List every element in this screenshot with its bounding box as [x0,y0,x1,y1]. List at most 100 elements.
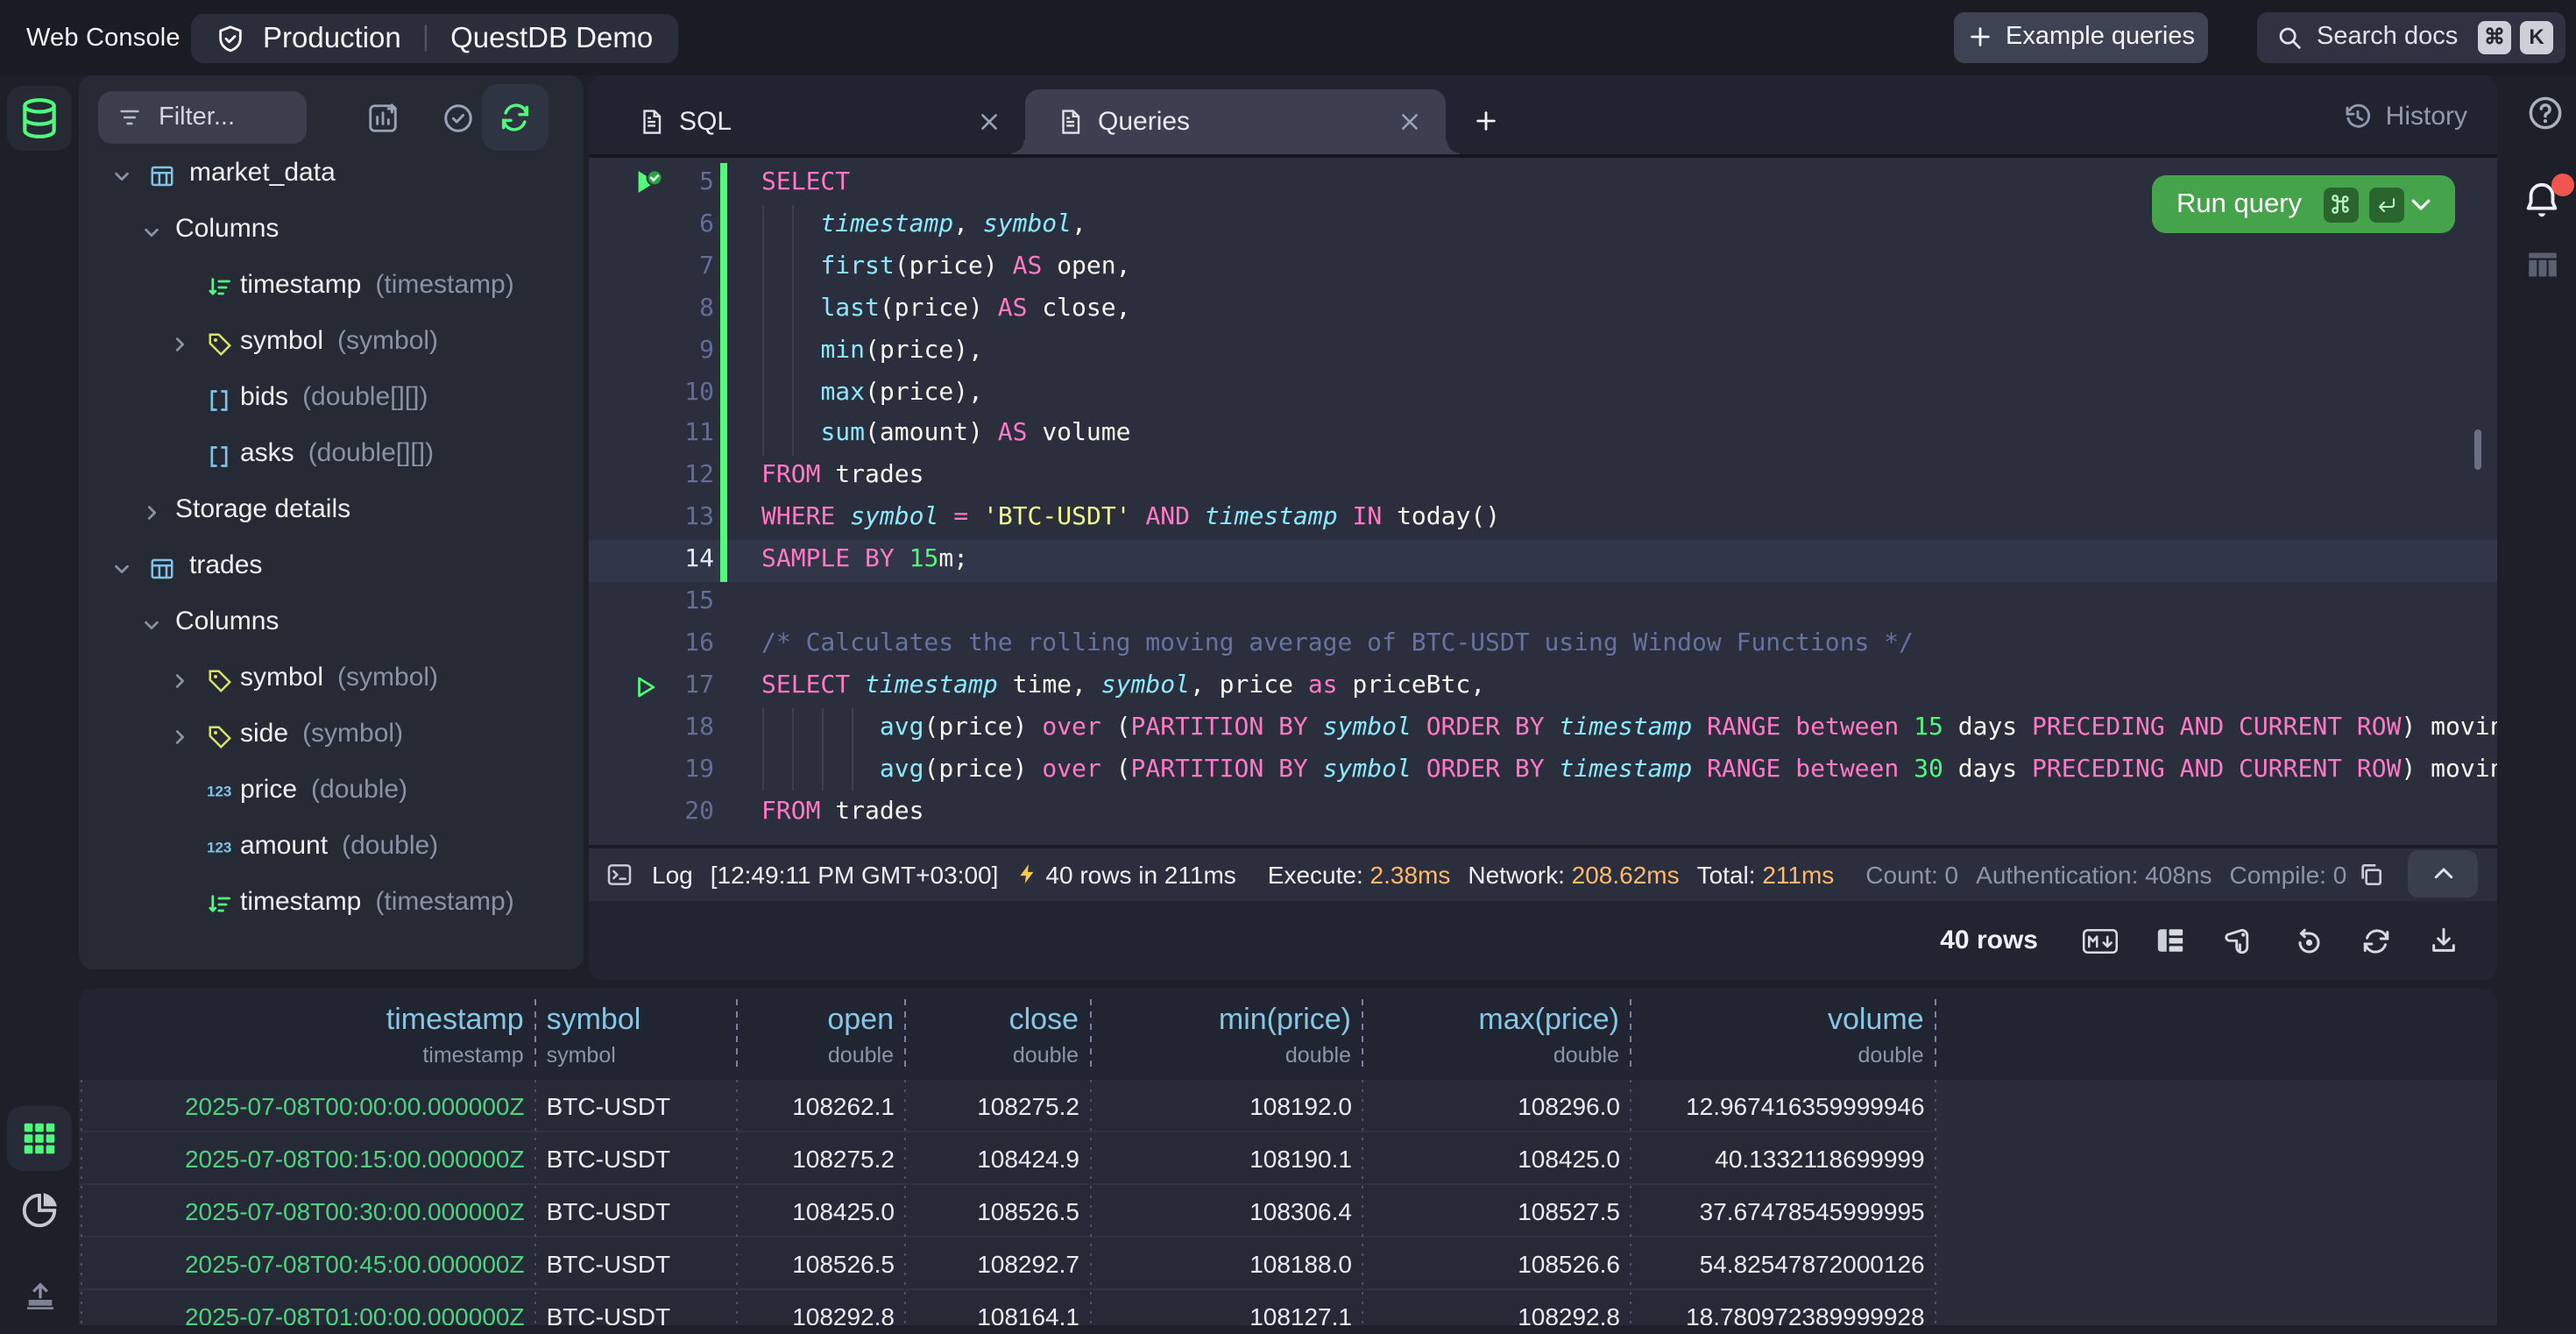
sql-editor[interactable]: 567891011121314151617181920 SELECT times… [588,158,2497,844]
filter-input[interactable]: Filter... [97,91,306,144]
cell-close[interactable]: 108292.7 [977,1238,1079,1290]
goose-button[interactable] [2222,925,2255,956]
cell-open[interactable]: 108275.2 [792,1132,895,1184]
download-button[interactable] [2429,926,2459,955]
column-separator[interactable] [737,999,739,1069]
column-header-volume[interactable]: volume [1828,1003,1924,1038]
cell-symbol[interactable]: BTC-USDT [547,1185,671,1238]
select-tables-button[interactable] [442,102,475,135]
tree-item-price[interactable]: 123price(double) [79,765,583,821]
cell-volume[interactable]: 40.1332118699999 [1715,1132,1924,1184]
cell-open[interactable]: 108425.0 [792,1185,895,1238]
cell-symbol[interactable]: BTC-USDT [547,1132,671,1184]
cell-symbol[interactable]: BTC-USDT [547,1079,671,1132]
example-queries-button[interactable]: Example queries [1954,12,2208,62]
instance-badge[interactable]: Production | QuestDB Demo [191,14,677,63]
tree-item-Storage details[interactable]: Storage details [79,485,583,541]
refresh-clock-button[interactable] [2292,925,2324,956]
tables-panel-button[interactable] [7,86,72,151]
collapse-log-button[interactable] [2408,851,2478,898]
column-header-close[interactable]: close [1009,1003,1079,1038]
tree-item-side[interactable]: side(symbol) [79,709,583,765]
tree-item-asks[interactable]: asks(double[][]) [79,429,583,485]
cell-open[interactable]: 108262.1 [792,1079,895,1132]
tree-item-market_data[interactable]: market_data [79,148,583,204]
cell-min(price)[interactable]: 108192.0 [1249,1079,1352,1132]
close-icon[interactable] [1398,110,1420,133]
column-separator[interactable] [1935,999,1936,1069]
cell-timestamp[interactable]: 2025-07-08T00:15:00.000000Z [185,1132,525,1184]
tree-item-amount[interactable]: 123amount(double) [79,821,583,877]
cell-timestamp[interactable]: 2025-07-08T00:30:00.000000Z [185,1185,525,1238]
chevron-right-icon[interactable] [170,671,189,691]
tab-queries[interactable]: Queries [1024,89,1445,154]
result-panel-button[interactable] [2525,249,2560,280]
column-separator[interactable] [1089,999,1091,1069]
column-separator[interactable] [904,999,906,1069]
chevron-down-icon[interactable] [142,223,161,242]
cell-max(price)[interactable]: 108425.0 [1518,1132,1620,1184]
grid-view-button[interactable] [7,1106,72,1171]
add-metrics-button[interactable] [366,102,400,135]
cell-symbol[interactable]: BTC-USDT [547,1238,671,1290]
cell-timestamp[interactable]: 2025-07-08T00:45:00.000000Z [185,1238,525,1290]
copy-icon[interactable] [2357,861,2385,889]
cell-close[interactable]: 108526.5 [977,1185,1079,1238]
help-button[interactable] [2527,95,2564,131]
chevron-down-icon[interactable] [112,167,131,186]
chevron-right-icon[interactable] [142,503,161,522]
cell-close[interactable]: 108275.2 [977,1079,1079,1132]
cell-max(price)[interactable]: 108527.5 [1518,1185,1620,1238]
column-separator[interactable] [1630,999,1631,1069]
query-success-marker[interactable] [633,168,666,198]
chevron-down-icon[interactable] [112,559,131,578]
layout-grid-button[interactable] [2155,926,2185,955]
cell-volume[interactable]: 54.82547872000126 [1700,1238,1925,1290]
markdown-button[interactable] [2082,926,2119,954]
run-query-marker[interactable] [633,673,659,701]
tab-sql[interactable]: SQL [588,89,1024,154]
chevron-right-icon[interactable] [170,335,189,354]
tree-item-timestamp[interactable]: timestamp(timestamp) [79,260,583,316]
cell-min(price)[interactable]: 108306.4 [1249,1185,1352,1238]
cell-volume[interactable]: 12.967416359999946 [1686,1079,1925,1132]
tree-item-Columns[interactable]: Columns [79,204,583,260]
grid-hscrollbar-track[interactable] [79,1325,2497,1334]
cell-volume[interactable]: 37.67478545999995 [1700,1185,1925,1238]
table-row[interactable]: 2025-07-08T00:30:00.000000Z BTC-USDT 10842… [79,1185,1935,1238]
tree-item-timestamp[interactable]: timestamp(timestamp) [79,877,583,933]
add-tab-button[interactable] [1473,108,1497,132]
search-docs-button[interactable]: Search docs ⌘ K [2257,12,2565,62]
column-header-timestamp[interactable]: timestamp [386,1003,524,1038]
tree-item-symbol[interactable]: symbol(symbol) [79,653,583,709]
history-button[interactable]: History [2344,75,2467,158]
column-header-min(price)[interactable]: min(price) [1219,1003,1351,1038]
chevron-right-icon[interactable] [170,727,189,747]
chart-view-button[interactable] [0,1190,79,1231]
reload-schema-button[interactable] [482,84,548,151]
editor-scrollbar-thumb[interactable] [2474,429,2481,470]
table-row[interactable]: 2025-07-08T00:00:00.000000Z BTC-USDT 10826… [79,1079,1935,1132]
cell-close[interactable]: 108424.9 [977,1132,1079,1184]
cell-timestamp[interactable]: 2025-07-08T00:00:00.000000Z [185,1079,525,1132]
column-separator[interactable] [534,999,536,1069]
tree-item-bids[interactable]: bids(double[][]) [79,373,583,429]
table-row[interactable]: 2025-07-08T00:15:00.000000Z BTC-USDT 10827… [79,1132,1935,1184]
tree-item-Columns[interactable]: Columns [79,597,583,653]
cell-max(price)[interactable]: 108526.6 [1518,1238,1620,1290]
cell-max(price)[interactable]: 108296.0 [1518,1079,1620,1132]
notifications-button[interactable] [2522,181,2562,221]
import-button[interactable] [0,1278,79,1313]
cell-min(price)[interactable]: 108188.0 [1249,1238,1352,1290]
column-header-max(price)[interactable]: max(price) [1478,1003,1619,1038]
chevron-down-icon[interactable] [142,615,161,635]
column-header-symbol[interactable]: symbol [547,1003,641,1038]
table-row[interactable]: 2025-07-08T00:45:00.000000Z BTC-USDT 10852… [79,1238,1935,1290]
close-icon[interactable] [977,110,1000,133]
tree-item-symbol[interactable]: symbol(symbol) [79,316,583,373]
cell-open[interactable]: 108526.5 [792,1238,895,1290]
run-query-button[interactable]: Run query [2152,175,2455,233]
column-separator[interactable] [1362,999,1363,1069]
column-header-open[interactable]: open [827,1003,894,1038]
cell-min(price)[interactable]: 108190.1 [1249,1132,1352,1184]
